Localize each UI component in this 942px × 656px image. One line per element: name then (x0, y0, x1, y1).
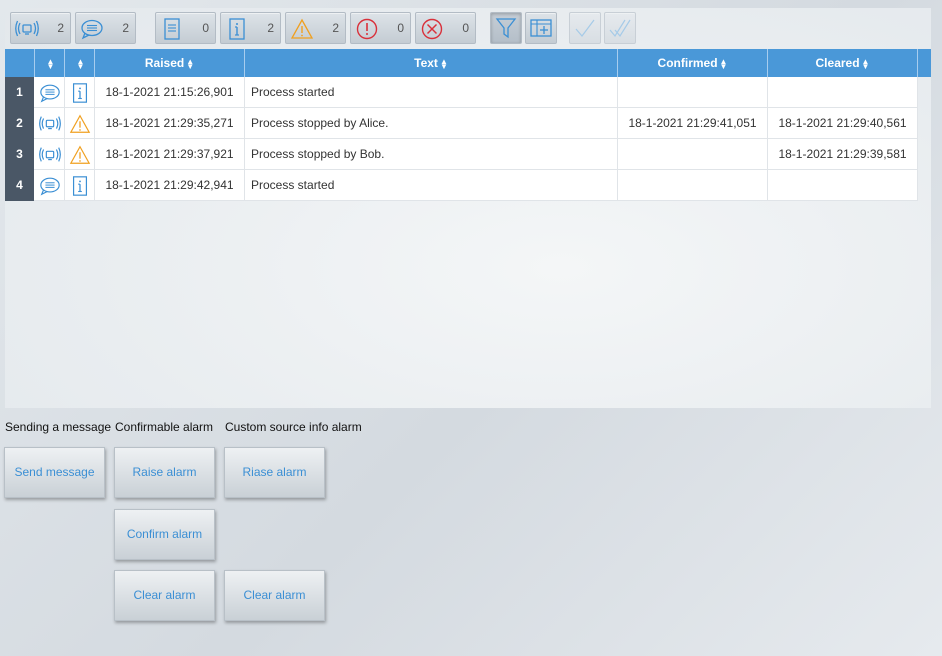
header-confirmed[interactable]: Confirmed ▲ ▼ (618, 49, 768, 77)
alarm-broadcast-icon (39, 147, 61, 162)
cell-raised: 18-1-2021 21:15:26,901 (95, 77, 245, 108)
table-row[interactable]: 4 18-1-2021 21:29:42,941 Process started (5, 170, 918, 201)
cell-raised: 18-1-2021 21:29:42,941 (95, 170, 245, 201)
raise-alarm-button[interactable]: Raise alarm (114, 447, 215, 498)
confirm-icon (575, 19, 595, 37)
row-number: 2 (5, 108, 34, 139)
cell-text: Process stopped by Bob. (245, 139, 618, 170)
alarm-broadcast-icon (15, 20, 39, 37)
custom-section-label: Custom source info alarm (225, 420, 362, 434)
critical-x-icon (421, 18, 443, 40)
warning-icon (69, 145, 91, 164)
confirm-all-button[interactable] (604, 12, 636, 44)
alarm-panel: 2 2 0 2 2 0 0 ▲ ▼ ▲ ▼ Raised ▲ ▼ Text ▲ … (5, 8, 931, 408)
alarm-counter-button[interactable]: 2 (10, 12, 71, 44)
confirm-button[interactable] (569, 12, 601, 44)
sort-arrows-icon: ▲ ▼ (719, 56, 728, 71)
header-class-sort[interactable]: ▲ ▼ (65, 49, 95, 77)
cell-cleared: 18-1-2021 21:29:40,561 (768, 108, 918, 139)
warning-counter-button[interactable]: 2 (285, 12, 346, 44)
document-icon (164, 18, 180, 40)
cell-cleared (768, 170, 918, 201)
cell-text: Process started (245, 77, 618, 108)
message-bubble-icon (81, 19, 103, 40)
header-raised[interactable]: Raised ▲ ▼ (95, 49, 245, 77)
info-counter-button[interactable]: 2 (220, 12, 281, 44)
row-number: 1 (5, 77, 34, 108)
error-icon (356, 18, 378, 40)
cell-raised: 18-1-2021 21:29:35,271 (95, 108, 245, 139)
header-type-sort[interactable]: ▲ ▼ (35, 49, 65, 77)
message-count: 2 (122, 21, 129, 35)
info-icon (72, 176, 88, 196)
cell-text: Process stopped by Alice. (245, 108, 618, 139)
sort-arrows-icon: ▲ ▼ (439, 56, 448, 71)
alarm-count: 2 (57, 21, 64, 35)
warning-count: 2 (332, 21, 339, 35)
confirmable-section-label: Confirmable alarm (115, 420, 214, 434)
header-text[interactable]: Text ▲ ▼ (245, 49, 618, 77)
header-row-number (5, 49, 35, 77)
cell-cleared (768, 77, 918, 108)
critical-counter-button[interactable]: 0 (415, 12, 476, 44)
document-count: 0 (202, 21, 209, 35)
cell-confirmed (618, 77, 768, 108)
info-icon (72, 83, 88, 103)
row-number: 4 (5, 170, 34, 201)
custom-raise-alarm-button[interactable]: Riase alarm (224, 447, 325, 498)
filter-icon (495, 18, 517, 39)
document-counter-button[interactable]: 0 (155, 12, 216, 44)
add-column-icon (530, 19, 552, 37)
warning-icon (69, 114, 91, 133)
cell-cleared: 18-1-2021 21:29:39,581 (768, 139, 918, 170)
cell-confirmed (618, 170, 768, 201)
confirm-alarm-button[interactable]: Confirm alarm (114, 509, 215, 560)
row-number: 3 (5, 139, 34, 170)
grid-header: ▲ ▼ ▲ ▼ Raised ▲ ▼ Text ▲ ▼ Confirmed ▲ ▼ Cleare… (5, 49, 931, 77)
custom-clear-alarm-button[interactable]: Clear alarm (224, 570, 325, 621)
info-count: 2 (267, 21, 274, 35)
sort-arrows-icon: ▲ ▼ (76, 56, 85, 71)
cell-raised: 18-1-2021 21:29:37,921 (95, 139, 245, 170)
message-section-label: Sending a message (5, 420, 112, 434)
message-counter-button[interactable]: 2 (75, 12, 136, 44)
add-column-button[interactable] (525, 12, 557, 44)
error-counter-button[interactable]: 0 (350, 12, 411, 44)
critical-count: 0 (462, 21, 469, 35)
message-bubble-icon (40, 177, 60, 196)
table-row[interactable]: 3 18-1-2021 21:29:37,921 Process stopped… (5, 139, 918, 170)
table-row[interactable]: 1 18-1-2021 21:15:26,901 Process started (5, 77, 918, 108)
cell-confirmed (618, 139, 768, 170)
sort-arrows-icon: ▲ ▼ (861, 56, 870, 71)
alarm-grid: ▲ ▼ ▲ ▼ Raised ▲ ▼ Text ▲ ▼ Confirmed ▲ ▼ Cleare… (5, 49, 931, 201)
sort-arrows-icon: ▲ ▼ (46, 56, 55, 71)
filter-button[interactable] (490, 12, 522, 44)
confirm-all-icon (609, 19, 631, 38)
send-message-button[interactable]: Send message (4, 447, 105, 498)
info-icon (229, 18, 245, 40)
message-bubble-icon (40, 84, 60, 103)
table-row[interactable]: 2 18-1-2021 21:29:35,271 Process stopped… (5, 108, 918, 139)
sort-arrows-icon: ▲ ▼ (186, 56, 195, 71)
error-count: 0 (397, 21, 404, 35)
alarm-broadcast-icon (39, 116, 61, 131)
cell-text: Process started (245, 170, 618, 201)
header-cleared[interactable]: Cleared ▲ ▼ (768, 49, 918, 77)
cell-confirmed: 18-1-2021 21:29:41,051 (618, 108, 768, 139)
clear-alarm-button[interactable]: Clear alarm (114, 570, 215, 621)
warning-icon (290, 18, 314, 39)
